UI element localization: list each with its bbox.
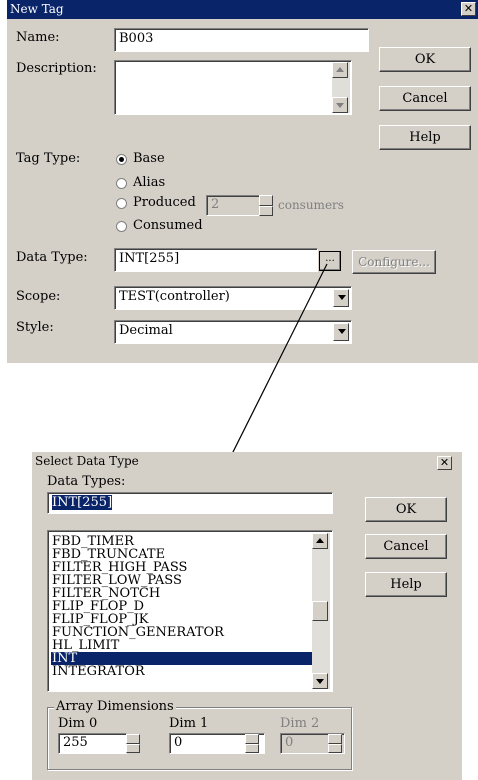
- spin-down-icon[interactable]: [245, 743, 259, 753]
- data-types-input-value: INT[255]: [52, 495, 113, 510]
- dim1-label: Dim 1: [169, 716, 209, 731]
- close-button[interactable]: ✕: [437, 456, 452, 470]
- data-types-label: Data Types:: [47, 474, 126, 489]
- ok-button[interactable]: OK: [365, 497, 447, 522]
- dim1-spinner[interactable]: [245, 734, 259, 753]
- list-item[interactable]: HL_LIMIT: [51, 639, 312, 652]
- dim0-spinner[interactable]: [126, 734, 140, 753]
- spin-up-icon[interactable]: [245, 734, 259, 744]
- select-data-type-title: Select Data Type: [35, 454, 139, 468]
- spin-up-icon[interactable]: [126, 734, 140, 744]
- data-types-scrollbar[interactable]: [312, 533, 330, 689]
- dim0-label: Dim 0: [58, 716, 98, 731]
- dim0-input[interactable]: 255: [58, 733, 127, 754]
- select-data-type-dialog: Select Data Type ✕ Data Types: INT[255] …: [32, 452, 462, 780]
- scroll-thumb[interactable]: [312, 601, 328, 621]
- scroll-down-icon[interactable]: [312, 673, 328, 689]
- select-data-type-titlebar: Select Data Type: [32, 452, 462, 471]
- array-dimensions-label: Array Dimensions: [54, 699, 176, 714]
- list-item[interactable]: INTEGRATOR: [51, 665, 312, 678]
- data-types-list[interactable]: FBD_TIMER FBD_TRUNCATE FILTER_HIGH_PASS …: [47, 530, 333, 692]
- spin-up-icon[interactable]: [328, 734, 342, 744]
- data-types-input[interactable]: INT[255]: [47, 492, 333, 514]
- cancel-button[interactable]: Cancel: [365, 534, 447, 559]
- scroll-up-icon[interactable]: [312, 533, 328, 549]
- help-button[interactable]: Help: [365, 572, 447, 597]
- dim2-spinner[interactable]: [328, 734, 342, 753]
- spin-down-icon[interactable]: [328, 743, 342, 753]
- spin-down-icon[interactable]: [126, 743, 140, 753]
- dim2-label: Dim 2: [280, 716, 320, 731]
